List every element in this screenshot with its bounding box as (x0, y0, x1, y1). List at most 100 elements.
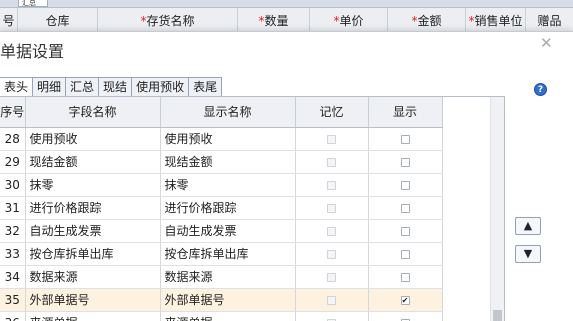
dialog-title: 单据设置 (0, 42, 65, 61)
row-number: 30 (0, 173, 26, 197)
background-tab[interactable]: 汇总 (18, 0, 48, 7)
field-name-cell: 自动生成发票 (25, 219, 161, 243)
row-filler (442, 150, 490, 173)
field-name-cell: 外部单据号 (25, 288, 161, 312)
tab-cash-settlement[interactable]: 现结 (99, 77, 133, 97)
show-checkbox[interactable] (400, 272, 410, 282)
show-checkbox[interactable] (400, 226, 410, 236)
memory-checkbox (327, 249, 336, 259)
show-cell (368, 127, 443, 151)
memory-checkbox (327, 180, 336, 190)
show-cell (368, 219, 443, 243)
display-name-cell[interactable]: 现结金额 (160, 150, 296, 174)
table-row[interactable]: 30 抹零 抹零 (0, 173, 490, 197)
memory-cell (295, 173, 369, 197)
memory-cell (295, 288, 369, 312)
background-tabbar: 汇总 (0, 0, 573, 8)
row-number: 31 (0, 196, 26, 220)
show-cell (368, 173, 443, 197)
move-down-button[interactable]: ▼ (515, 245, 541, 263)
memory-checkbox (327, 226, 336, 236)
row-filler (442, 127, 490, 150)
row-filler (442, 219, 490, 242)
chevron-down-icon: ▼ (523, 247, 533, 260)
show-checkbox[interactable] (400, 180, 410, 190)
field-name-cell: 来源单据 (25, 311, 161, 321)
table-row[interactable]: 33 按仓库拆单出库 按仓库拆单出库 (0, 242, 490, 266)
col-header-filler (442, 97, 490, 127)
col-header-memory: 记忆 (295, 97, 369, 128)
field-name-cell: 按仓库拆单出库 (25, 242, 161, 266)
show-cell (368, 196, 443, 220)
field-grid: 序号 字段名称 显示名称 记忆 显示 28 使用预收 使用预收 29 现结金额 现结金额 3… (0, 96, 505, 321)
col-header-field-name: 字段名称 (25, 97, 161, 128)
chevron-up-icon: ▲ (523, 219, 533, 232)
memory-cell (295, 196, 369, 220)
memory-cell (295, 311, 369, 321)
row-filler (442, 265, 490, 288)
document-settings-dialog: 单据设置 ✕ 表头 明细 汇总 现结 使用预收 表尾 ? 序号 字段名称 显示名… (0, 31, 573, 321)
help-icon[interactable]: ? (534, 83, 547, 96)
field-name-cell: 抹零 (25, 173, 161, 197)
vertical-scrollbar[interactable] (490, 97, 504, 321)
field-name-cell: 进行价格跟踪 (25, 196, 161, 220)
row-filler (442, 196, 490, 219)
tab-summary[interactable]: 汇总 (66, 77, 100, 97)
display-name-cell[interactable]: 来源单据 (160, 311, 296, 321)
close-icon[interactable]: ✕ (540, 34, 553, 52)
display-name-cell[interactable]: 按仓库拆单出库 (160, 242, 296, 266)
row-number: 32 (0, 219, 26, 243)
field-name-cell: 使用预收 (25, 127, 161, 151)
display-name-cell[interactable]: 使用预收 (160, 127, 296, 151)
table-row[interactable]: 32 自动生成发票 自动生成发票 (0, 219, 490, 243)
field-table-body: 28 使用预收 使用预收 29 现结金额 现结金额 30 抹零 抹零 31 进行价格跟踪 进行价格跟踪… (0, 127, 490, 321)
row-number: 35 (0, 288, 26, 312)
col-header-no: 序号 (0, 97, 26, 128)
table-row[interactable]: 29 现结金额 现结金额 (0, 150, 490, 174)
display-name-cell[interactable]: 外部单据号 (160, 288, 296, 312)
tab-use-prepayment[interactable]: 使用预收 (132, 77, 190, 97)
table-row[interactable]: 31 进行价格跟踪 进行价格跟踪 (0, 196, 490, 220)
display-name-cell[interactable]: 自动生成发票 (160, 219, 296, 243)
row-filler (442, 173, 490, 196)
show-cell (368, 150, 443, 174)
show-checkbox[interactable] (400, 134, 410, 144)
table-row[interactable]: 28 使用预收 使用预收 (0, 127, 490, 151)
show-checkbox[interactable] (400, 157, 410, 167)
dialog-tabs: 表头 明细 汇总 现结 使用预收 表尾 (0, 77, 223, 97)
show-checkbox[interactable] (400, 203, 410, 213)
tab-footer[interactable]: 表尾 (189, 77, 223, 97)
display-name-cell[interactable]: 数据来源 (160, 265, 296, 289)
show-checkbox[interactable]: ✔ (400, 295, 410, 305)
row-number: 36 (0, 311, 26, 321)
row-filler (442, 242, 490, 265)
memory-checkbox (327, 272, 336, 282)
table-row[interactable]: 35 外部单据号 外部单据号 ✔ (0, 288, 490, 312)
show-checkbox[interactable] (400, 249, 410, 259)
show-cell (368, 242, 443, 266)
tab-header[interactable]: 表头 (0, 77, 34, 97)
memory-checkbox (327, 157, 336, 167)
memory-cell (295, 265, 369, 289)
field-table: 序号 字段名称 显示名称 记忆 显示 28 使用预收 使用预收 29 现结金额 现结金额 3… (0, 97, 490, 321)
memory-cell (295, 150, 369, 174)
display-name-cell[interactable]: 进行价格跟踪 (160, 196, 296, 220)
table-header-row: 序号 字段名称 显示名称 记忆 显示 (0, 97, 490, 128)
field-name-cell: 现结金额 (25, 150, 161, 174)
memory-cell (295, 242, 369, 266)
move-up-button[interactable]: ▲ (515, 217, 541, 235)
table-row[interactable]: 34 数据来源 数据来源 (0, 265, 490, 289)
scrollbar-thumb[interactable] (493, 310, 502, 321)
row-number: 28 (0, 127, 26, 151)
display-name-cell[interactable]: 抹零 (160, 173, 296, 197)
memory-checkbox (327, 203, 336, 213)
memory-checkbox (327, 295, 336, 305)
memory-cell (295, 219, 369, 243)
show-cell (368, 311, 443, 321)
col-header-show: 显示 (368, 97, 443, 128)
memory-checkbox (327, 134, 336, 144)
table-row[interactable]: 36来源单据来源单据 (0, 311, 490, 321)
show-cell (368, 265, 443, 289)
row-number: 29 (0, 150, 26, 174)
tab-detail[interactable]: 明细 (33, 77, 67, 97)
